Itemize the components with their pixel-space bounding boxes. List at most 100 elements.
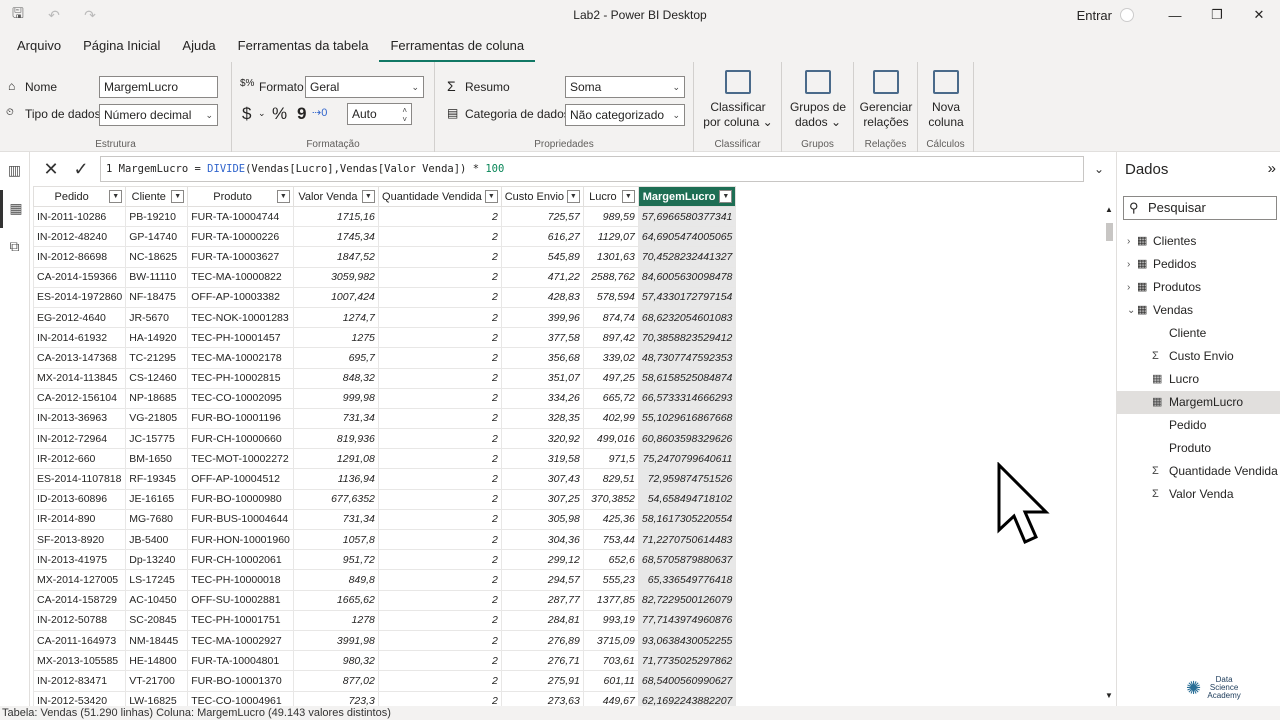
scroll-thumb[interactable] [1106, 223, 1113, 241]
chevron-right-icon[interactable]: › [1127, 230, 1130, 253]
table-cell[interactable]: 307,43 [500, 468, 584, 490]
table-cell[interactable]: 877,02 [292, 670, 379, 692]
table-node[interactable]: › ▦ Produtos [1117, 276, 1280, 299]
table-cell[interactable]: VG-21805 [125, 407, 189, 430]
table-cell[interactable]: FUR-CH-10002061 [187, 549, 294, 571]
data-type-select[interactable]: Número decimal ⌄ [99, 104, 218, 126]
table-cell[interactable]: CA-2014-158729 [32, 589, 127, 611]
table-cell[interactable]: 54,658494718102 [637, 488, 737, 510]
table-cell[interactable]: IN-2014-61932 [32, 327, 127, 349]
field-item[interactable]: Σ Custo Envio [1117, 345, 1280, 368]
column-header[interactable]: Lucro ▼ [582, 186, 639, 207]
table-cell[interactable]: 971,5 [582, 448, 639, 470]
table-node-vendas[interactable]: ⌄ ▦ Vendas [1117, 299, 1280, 322]
table-cell[interactable]: FUR-TA-10000226 [187, 226, 294, 248]
table-cell[interactable]: 677,6352 [292, 488, 379, 510]
filter-dropdown-icon[interactable]: ▼ [484, 190, 498, 203]
table-cell[interactable]: 276,71 [500, 650, 584, 672]
table-cell[interactable]: 284,81 [500, 609, 584, 631]
table-cell[interactable]: TEC-PH-10001751 [187, 609, 294, 631]
table-cell[interactable]: TEC-MOT-10002272 [187, 448, 294, 470]
table-cell[interactable]: 75,2470799640611 [637, 448, 737, 470]
table-cell[interactable]: 848,32 [292, 367, 379, 389]
table-cell[interactable]: 64,6905474005065 [637, 226, 737, 248]
table-cell[interactable]: 70,4528232441327 [637, 246, 737, 268]
table-cell[interactable]: 897,42 [582, 327, 639, 349]
table-cell[interactable]: 2 [377, 650, 502, 672]
table-cell[interactable]: HA-14920 [125, 327, 189, 349]
table-cell[interactable]: 2 [377, 347, 502, 369]
table-cell[interactable]: 725,57 [500, 205, 584, 228]
table-cell[interactable]: BM-1650 [125, 448, 189, 470]
table-cell[interactable]: 989,59 [582, 205, 639, 228]
table-cell[interactable]: GP-14740 [125, 226, 189, 248]
percent-button[interactable]: % [272, 104, 287, 124]
undo-icon[interactable]: ↶ [36, 7, 72, 24]
table-cell[interactable]: 307,25 [500, 488, 584, 510]
chevron-down-icon[interactable]: ⌄ [1127, 299, 1135, 322]
table-cell[interactable]: 2 [377, 508, 502, 531]
table-cell[interactable]: 2 [377, 528, 502, 551]
table-cell[interactable]: 334,26 [500, 387, 584, 409]
table-cell[interactable]: BW-11110 [125, 266, 189, 288]
table-cell[interactable]: 2 [377, 286, 502, 308]
decimal-places-icon[interactable]: ⇢0 [312, 106, 327, 119]
filter-dropdown-icon[interactable]: ▼ [361, 190, 375, 203]
model-view-icon[interactable]: ⧉ [0, 228, 29, 266]
table-cell[interactable]: TEC-PH-10001457 [187, 327, 294, 349]
column-header[interactable]: Produto ▼ [187, 186, 294, 207]
table-cell[interactable]: TEC-CO-10002095 [187, 387, 294, 409]
table-cell[interactable]: 93,0638430052255 [637, 629, 737, 652]
table-cell[interactable]: 2 [377, 327, 502, 349]
table-cell[interactable]: 3059,982 [292, 266, 379, 288]
table-cell[interactable]: 993,19 [582, 609, 639, 631]
table-cell[interactable]: 1136,94 [292, 468, 379, 490]
table-cell[interactable]: IN-2012-86698 [32, 246, 127, 268]
table-cell[interactable]: 2 [377, 428, 502, 450]
field-item[interactable]: Cliente [1117, 322, 1280, 345]
table-cell[interactable]: CA-2012-156104 [32, 387, 127, 409]
table-cell[interactable]: 58,6158525084874 [637, 367, 737, 389]
table-cell[interactable]: 65,336549776418 [637, 569, 737, 591]
table-cell[interactable]: AC-10450 [125, 589, 189, 611]
table-cell[interactable]: TEC-MA-10002927 [187, 629, 294, 652]
table-cell[interactable]: FUR-BO-10001196 [187, 407, 294, 430]
table-cell[interactable]: 2 [377, 448, 502, 470]
table-cell[interactable]: PB-19210 [125, 205, 189, 228]
table-cell[interactable]: 2 [377, 670, 502, 692]
table-cell[interactable]: JR-5670 [125, 306, 189, 329]
table-cell[interactable]: 425,36 [582, 508, 639, 531]
table-cell[interactable]: MX-2014-127005 [32, 569, 127, 591]
table-cell[interactable]: 66,5733314666293 [637, 387, 737, 409]
table-cell[interactable]: 402,99 [582, 407, 639, 430]
table-cell[interactable]: 299,12 [500, 549, 584, 571]
table-cell[interactable]: 695,7 [292, 347, 379, 369]
column-header[interactable]: Valor Venda ▼ [292, 186, 379, 207]
table-cell[interactable]: 351,07 [500, 367, 584, 389]
table-cell[interactable]: 819,936 [292, 428, 379, 450]
data-groups-button[interactable]: Grupos de dados ⌄ [786, 70, 850, 130]
table-cell[interactable]: 2 [377, 205, 502, 228]
table-cell[interactable]: TEC-PH-10002815 [187, 367, 294, 389]
field-item[interactable]: ▦ MargemLucro [1117, 391, 1280, 414]
table-cell[interactable]: 399,96 [500, 306, 584, 329]
table-cell[interactable]: 1278 [292, 609, 379, 631]
table-cell[interactable]: 951,72 [292, 549, 379, 571]
table-cell[interactable]: CS-12460 [125, 367, 189, 389]
table-cell[interactable]: 980,32 [292, 650, 379, 672]
restore-icon[interactable]: ❐ [1196, 7, 1238, 23]
table-cell[interactable]: 1301,63 [582, 246, 639, 268]
table-cell[interactable]: 1745,34 [292, 226, 379, 248]
table-cell[interactable]: 1129,07 [582, 226, 639, 248]
table-cell[interactable]: FUR-BUS-10004644 [187, 508, 294, 531]
table-cell[interactable]: 2 [377, 226, 502, 248]
table-cell[interactable]: MX-2013-105585 [32, 650, 127, 672]
table-cell[interactable]: IR-2014-890 [32, 508, 127, 531]
table-cell[interactable]: 356,68 [500, 347, 584, 369]
filter-dropdown-icon[interactable]: ▼ [621, 190, 635, 203]
table-cell[interactable]: JC-15775 [125, 428, 189, 450]
table-cell[interactable]: 2 [377, 266, 502, 288]
table-cell[interactable]: OFF-AP-10003382 [187, 286, 294, 308]
filter-dropdown-icon[interactable]: ▼ [109, 190, 123, 203]
table-cell[interactable]: 2 [377, 629, 502, 652]
